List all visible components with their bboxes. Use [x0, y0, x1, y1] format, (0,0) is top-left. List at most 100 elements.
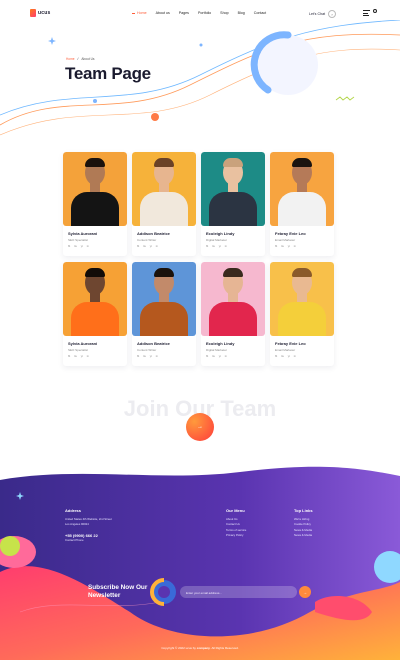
social-tw-icon[interactable]: tw — [212, 355, 215, 358]
team-member-name[interactable]: Febray Evie Leo — [275, 341, 334, 346]
breadcrumb-home[interactable]: Home — [66, 57, 75, 61]
social-in-icon[interactable]: in — [225, 245, 227, 248]
team-card[interactable]: Ecoleigh Lindy Digital Marketer fb tw yt in — [201, 262, 265, 366]
social-links: fb tw yt in — [68, 245, 127, 248]
social-yt-icon[interactable]: yt — [288, 245, 290, 248]
team-member-photo — [270, 152, 334, 226]
team-card[interactable]: Febray Evie Leo Email Marketer fb tw yt in — [270, 262, 334, 366]
footer-contact-label: Contact Phone — [65, 537, 84, 542]
social-yt-icon[interactable]: yt — [288, 355, 290, 358]
logo[interactable]: ucus — [30, 9, 50, 17]
social-yt-icon[interactable]: yt — [150, 245, 152, 248]
social-fb-icon[interactable]: fb — [206, 355, 208, 358]
lets-chat-label: Let's Chat — [309, 12, 326, 16]
nav-about-us[interactable]: About us — [156, 11, 170, 15]
team-member-photo — [132, 262, 196, 336]
social-fb-icon[interactable]: fb — [275, 355, 277, 358]
page-title: Team Page — [65, 64, 151, 83]
footer-address-title: Address — [65, 508, 82, 513]
nav-portfolio[interactable]: Portfolio — [198, 11, 211, 15]
social-tw-icon[interactable]: tw — [74, 245, 77, 248]
footer-address: Address United States 4th Website, 2nd S… — [65, 508, 112, 543]
social-yt-icon[interactable]: yt — [81, 355, 83, 358]
team-member-name[interactable]: Ecoleigh Lindy — [206, 341, 265, 346]
team-member-name[interactable]: Febray Evie Leo — [275, 231, 334, 236]
team-member-role: Content Writer — [137, 348, 157, 352]
hamburger-menu-icon[interactable] — [363, 10, 370, 16]
social-in-icon[interactable]: in — [156, 355, 158, 358]
footer-top-links: Top Links We're Hiring Cookie Policy New… — [294, 508, 313, 539]
social-in-icon[interactable]: in — [225, 355, 227, 358]
social-links: fb tw yt in — [68, 355, 127, 358]
social-tw-icon[interactable]: tw — [281, 245, 284, 248]
nav-contact[interactable]: Contact — [254, 11, 266, 15]
social-tw-icon[interactable]: tw — [212, 245, 215, 248]
nav-blog[interactable]: Blog — [238, 11, 245, 15]
social-fb-icon[interactable]: fb — [137, 355, 139, 358]
social-in-icon[interactable]: in — [87, 355, 89, 358]
breadcrumb-current: About Us — [81, 57, 95, 61]
social-yt-icon[interactable]: yt — [219, 355, 221, 358]
team-member-role: Content Writer — [137, 238, 157, 242]
team-member-name[interactable]: Addison Beatrice — [137, 341, 196, 346]
team-member-role: Digital Marketer — [206, 348, 228, 352]
social-fb-icon[interactable]: fb — [206, 245, 208, 248]
subscribe-title: Subscribe Now Our Newsletter — [88, 584, 148, 599]
team-member-role: Email Marketer — [275, 238, 296, 242]
social-fb-icon[interactable]: fb — [137, 245, 139, 248]
social-in-icon[interactable]: in — [156, 245, 158, 248]
chat-icon: › — [328, 10, 337, 18]
social-links: fb tw yt in — [275, 245, 334, 248]
social-links: fb tw yt in — [275, 355, 334, 358]
social-yt-icon[interactable]: yt — [150, 355, 152, 358]
nav-home[interactable]: Home — [132, 11, 147, 15]
team-member-photo — [63, 262, 127, 336]
team-grid: Sylvia Aurorani SEO Specialist fb tw yt in Add… — [63, 152, 338, 366]
social-links: fb tw yt in — [206, 245, 265, 248]
team-card[interactable]: Sylvia Aurorani SEO Specialist fb tw yt in — [63, 152, 127, 256]
team-member-name[interactable]: Sylvia Aurorani — [68, 231, 127, 236]
lets-chat-button[interactable]: Let's Chat › — [309, 10, 337, 18]
team-card[interactable]: Addison Beatrice Content Writer fb tw yt in — [132, 262, 196, 366]
nav-pages[interactable]: Pages — [179, 11, 189, 15]
social-fb-icon[interactable]: fb — [68, 245, 70, 248]
copyright-brand[interactable]: company — [197, 646, 210, 650]
team-card[interactable]: Ecoleigh Lindy Digital Marketer fb tw yt in — [201, 152, 265, 256]
search-icon[interactable] — [373, 9, 377, 13]
join-team-button[interactable]: → — [186, 413, 214, 441]
team-member-role: Email Marketer — [275, 348, 296, 352]
footer-link[interactable]: News & Media — [294, 533, 313, 538]
hero-decoration — [0, 20, 400, 136]
social-links: fb tw yt in — [137, 355, 196, 358]
team-card[interactable]: Addison Beatrice Content Writer fb tw yt in — [132, 152, 196, 256]
nav-shop[interactable]: Shop — [220, 11, 228, 15]
social-in-icon[interactable]: in — [294, 355, 296, 358]
social-yt-icon[interactable]: yt — [219, 245, 221, 248]
social-yt-icon[interactable]: yt — [81, 245, 83, 248]
social-in-icon[interactable]: in — [294, 245, 296, 248]
footer-links-title: Top Links — [294, 508, 313, 513]
social-tw-icon[interactable]: tw — [143, 355, 146, 358]
social-tw-icon[interactable]: tw — [143, 245, 146, 248]
social-fb-icon[interactable]: fb — [68, 355, 70, 358]
team-member-photo — [201, 262, 265, 336]
subscribe-button[interactable]: → — [299, 586, 311, 598]
social-in-icon[interactable]: in — [87, 245, 89, 248]
team-member-name[interactable]: Sylvia Aurorani — [68, 341, 127, 346]
footer-address-line: Los Angeles 90024 — [65, 522, 89, 527]
team-member-photo — [270, 262, 334, 336]
footer-menu-link[interactable]: Privacy Policy — [226, 533, 246, 538]
newsletter-email-input[interactable]: Enter your email address... — [180, 586, 297, 598]
team-member-role: SEO Specialist — [68, 348, 89, 352]
logo-mark-icon — [30, 9, 36, 17]
social-tw-icon[interactable]: tw — [281, 355, 284, 358]
logo-text: ucus — [38, 10, 51, 16]
team-card[interactable]: Febray Evie Leo Email Marketer fb tw yt in — [270, 152, 334, 256]
social-fb-icon[interactable]: fb — [275, 245, 277, 248]
team-card[interactable]: Sylvia Aurorani SEO Specialist fb tw yt in — [63, 262, 127, 366]
copyright: Copyright © 2022 ucus by company. All Ri… — [0, 646, 400, 650]
copyright-prefix: Copyright © 2022 ucus by — [161, 646, 196, 650]
social-tw-icon[interactable]: tw — [74, 355, 77, 358]
team-member-name[interactable]: Addison Beatrice — [137, 231, 196, 236]
team-member-name[interactable]: Ecoleigh Lindy — [206, 231, 265, 236]
